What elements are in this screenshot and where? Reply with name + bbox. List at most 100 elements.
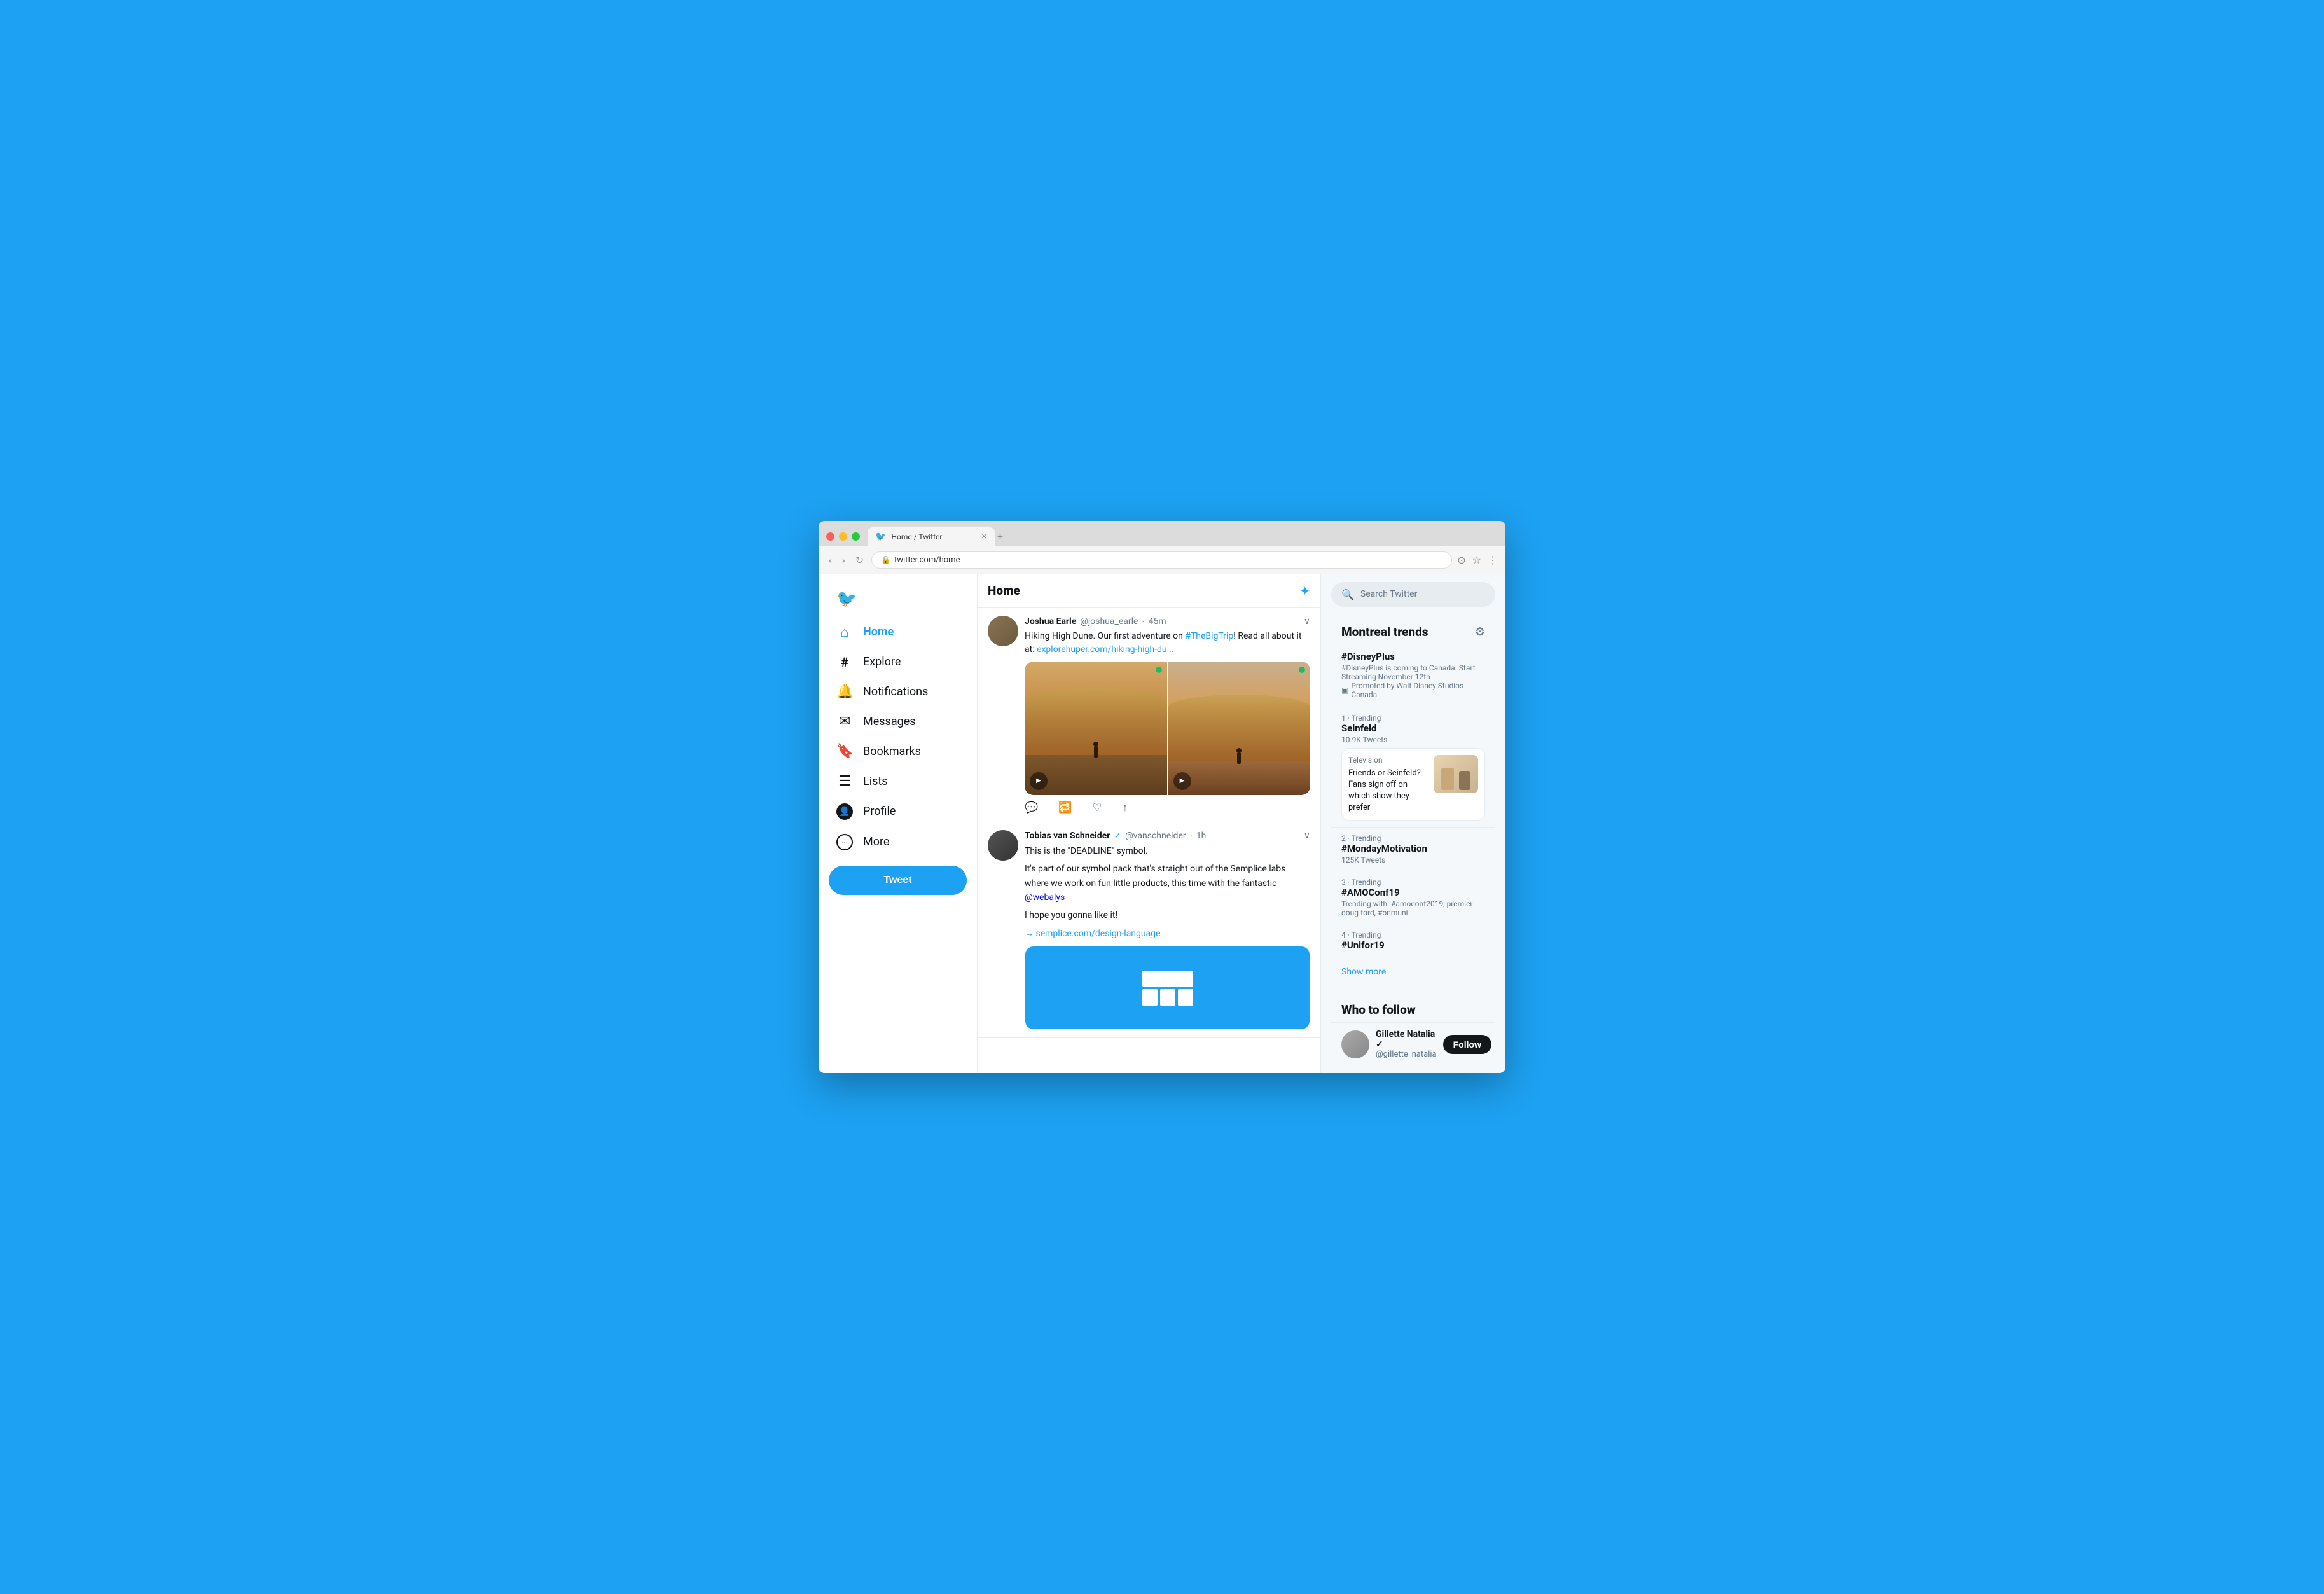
semplice-link[interactable]: → semplice.com/design-language bbox=[1025, 929, 1161, 939]
trend-seinfeld-count: 10.9K Tweets bbox=[1341, 735, 1485, 744]
lists-icon: ☰ bbox=[836, 773, 853, 789]
who-to-follow-header: Who to follow bbox=[1331, 995, 1495, 1022]
tweet-1-image-right[interactable]: ▶ bbox=[1168, 662, 1311, 795]
sparkle-icon[interactable]: ✦ bbox=[1299, 583, 1310, 599]
wtf-handle-1: @gillette_natalia bbox=[1376, 1050, 1437, 1059]
messages-icon: ✉ bbox=[836, 714, 853, 730]
thumb-figure-2 bbox=[1459, 771, 1470, 790]
wtf-name-1: Gillette Natalia ✓ bbox=[1376, 1029, 1437, 1050]
tweet-2-text3: I hope you gonna like it! bbox=[1025, 908, 1310, 922]
sidebar-item-messages[interactable]: ✉ Messages bbox=[829, 707, 967, 736]
tweet-1: Joshua Earle @joshua_earle · 45m ∨ Hikin… bbox=[978, 608, 1320, 822]
trend-item-mondaymotivation[interactable]: 2 · Trending #MondayMotivation 125K Twee… bbox=[1331, 827, 1495, 871]
tweet-1-link[interactable]: explorehuper.com/hiking-high-du... bbox=[1037, 644, 1174, 655]
trend-monday-tag: #MondayMotivation bbox=[1341, 843, 1485, 854]
address-bar[interactable]: 🔒 twitter.com/home bbox=[871, 551, 1452, 569]
back-button[interactable]: ‹ bbox=[826, 553, 834, 567]
reload-button[interactable]: ↻ bbox=[853, 553, 866, 567]
tweet-1-name: Joshua Earle bbox=[1025, 616, 1076, 627]
semplice-cell-top bbox=[1142, 971, 1193, 987]
trend-item-unifor19[interactable]: 4 · Trending #Unifor19 bbox=[1331, 924, 1495, 959]
sidebar-item-bookmarks[interactable]: 🔖 Bookmarks bbox=[829, 737, 967, 766]
verified-badge-icon: ✓ bbox=[1114, 831, 1121, 841]
sidebar-item-lists[interactable]: ☰ Lists bbox=[829, 767, 967, 796]
trends-header: Montreal trends ⚙ bbox=[1331, 617, 1495, 644]
sidebar-item-more[interactable]: ··· More bbox=[829, 828, 967, 857]
browser-window: 🐦 Home / Twitter ✕ + ‹ › ↻ 🔒 twitter.com… bbox=[819, 521, 1505, 1074]
seinfeld-card[interactable]: Television Friends or Seinfeld? Fans sig… bbox=[1341, 748, 1485, 821]
tweet-2-user-info: Tobias van Schneider ✓ @vanschneider · 1… bbox=[1025, 830, 1206, 842]
trend-monday-rank: 2 · Trending bbox=[1341, 834, 1485, 843]
tweet-1-images: ▶ ▶ bbox=[1025, 662, 1310, 795]
sidebar: 🐦 ⌂ Home # Explore 🔔 Notifications ✉ Mes… bbox=[819, 574, 978, 1074]
sidebar-item-notifications[interactable]: 🔔 Notifications bbox=[829, 677, 967, 706]
trend-monday-count: 125K Tweets bbox=[1341, 856, 1485, 864]
new-tab-icon[interactable]: + bbox=[997, 530, 1003, 546]
semplice-cell-3 bbox=[1178, 989, 1193, 1006]
tweet-1-dot: · bbox=[1142, 616, 1144, 628]
reader-icon[interactable]: ⊙ bbox=[1457, 554, 1465, 566]
maximize-button[interactable] bbox=[852, 532, 860, 541]
show-more-button[interactable]: Show more bbox=[1331, 959, 1495, 985]
tweet-1-header: Joshua Earle @joshua_earle · 45m ∨ bbox=[1025, 616, 1310, 628]
search-box[interactable]: 🔍 Search Twitter bbox=[1331, 582, 1495, 607]
trend-item-seinfeld[interactable]: 1 · Trending Seinfeld 10.9K Tweets Telev… bbox=[1331, 707, 1495, 828]
tweet-1-image-left[interactable]: ▶ bbox=[1025, 662, 1167, 795]
tweet-1-hashtag-link[interactable]: #TheBigTrip bbox=[1185, 631, 1233, 641]
tweet-1-user-info: Joshua Earle @joshua_earle · 45m bbox=[1025, 616, 1166, 628]
toolbar-actions: ⊙ ☆ ⋮ bbox=[1457, 554, 1498, 566]
tweet-2-dot: · bbox=[1190, 830, 1193, 842]
seinfeld-card-text: Television Friends or Seinfeld? Fans sig… bbox=[1348, 755, 1427, 814]
tweet-2-content: Tobias van Schneider ✓ @vanschneider · 1… bbox=[1025, 830, 1310, 1030]
trend-item-amoconf19[interactable]: 3 · Trending #AMOConf19 Trending with: #… bbox=[1331, 871, 1495, 924]
sidebar-label-home: Home bbox=[863, 625, 894, 639]
trend-seinfeld-rank: 1 · Trending bbox=[1341, 714, 1485, 723]
sidebar-label-bookmarks: Bookmarks bbox=[863, 745, 921, 758]
close-button[interactable] bbox=[826, 532, 834, 541]
follow-button-1[interactable]: Follow bbox=[1443, 1035, 1491, 1054]
minimize-button[interactable] bbox=[839, 532, 847, 541]
trend-disneyplus-sub: #DisneyPlus is coming to Canada. Start S… bbox=[1341, 663, 1485, 681]
who-to-follow-section: Who to follow Gillette Natalia ✓ @gillet… bbox=[1331, 995, 1495, 1065]
sidebar-label-lists: Lists bbox=[863, 775, 888, 788]
tweet-2-link-preview[interactable] bbox=[1025, 946, 1310, 1030]
reply-action[interactable]: 💬 bbox=[1025, 801, 1038, 814]
retweet-icon: 🔁 bbox=[1058, 801, 1072, 814]
sidebar-item-home[interactable]: ⌂ Home bbox=[829, 618, 967, 647]
sidebar-label-explore: Explore bbox=[863, 655, 901, 669]
profile-icon: 👤 bbox=[836, 803, 853, 820]
play-icon-2[interactable]: ▶ bbox=[1173, 772, 1191, 790]
sidebar-label-messages: Messages bbox=[863, 715, 916, 728]
bookmark-star-icon[interactable]: ☆ bbox=[1472, 554, 1481, 566]
trend-item-disneyplus[interactable]: #DisneyPlus #DisneyPlus is coming to Can… bbox=[1331, 644, 1495, 707]
twitter-logo[interactable]: 🐦 bbox=[829, 585, 967, 614]
semplice-logo bbox=[1142, 971, 1193, 1006]
settings-gear-icon[interactable]: ⚙ bbox=[1475, 625, 1485, 639]
sidebar-item-explore[interactable]: # Explore bbox=[829, 648, 967, 676]
tweet-1-menu-icon[interactable]: ∨ bbox=[1304, 616, 1310, 627]
forward-button[interactable]: › bbox=[840, 553, 848, 567]
tweet-2-handle: @vanschneider bbox=[1125, 831, 1186, 841]
like-action[interactable]: ♡ bbox=[1092, 801, 1102, 814]
link-preview-image bbox=[1025, 946, 1310, 1029]
menu-icon[interactable]: ⋮ bbox=[1488, 554, 1498, 566]
tweet-button[interactable]: Tweet bbox=[829, 866, 967, 895]
tweet-1-handle: @joshua_earle bbox=[1080, 616, 1138, 627]
sidebar-item-profile[interactable]: 👤 Profile bbox=[829, 797, 967, 826]
share-action[interactable]: ↑ bbox=[1123, 801, 1128, 814]
explore-icon: # bbox=[836, 655, 853, 670]
sidebar-label-profile: Profile bbox=[863, 805, 896, 818]
desert-image-1 bbox=[1025, 662, 1167, 795]
live-dot bbox=[1156, 667, 1162, 673]
traffic-lights bbox=[826, 532, 860, 541]
trend-unifor-rank: 4 · Trending bbox=[1341, 931, 1485, 939]
tweet-1-time: 45m bbox=[1149, 616, 1166, 627]
tab-close-icon[interactable]: ✕ bbox=[981, 532, 987, 541]
retweet-action[interactable]: 🔁 bbox=[1058, 801, 1072, 814]
browser-tab[interactable]: 🐦 Home / Twitter ✕ bbox=[868, 527, 995, 546]
play-icon[interactable]: ▶ bbox=[1030, 772, 1048, 790]
tweet-2-text2: It's part of our symbol pack that's stra… bbox=[1025, 862, 1310, 904]
live-dot-2 bbox=[1299, 667, 1305, 673]
tweet-2-menu-icon[interactable]: ∨ bbox=[1304, 831, 1310, 841]
webalys-link[interactable]: @webalys bbox=[1025, 892, 1065, 903]
